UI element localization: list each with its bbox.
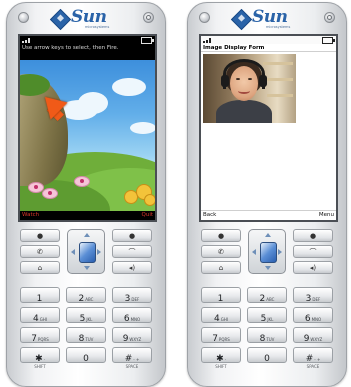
- webcam-photo[interactable]: [203, 54, 296, 123]
- instruction-text: Use arrow keys to select, then Fire.: [22, 45, 119, 51]
- sun-diamond-icon: [49, 8, 72, 31]
- key-9[interactable]: 9WXYZ: [293, 327, 333, 344]
- key-0[interactable]: 0: [247, 347, 287, 364]
- signal-icon: [22, 37, 32, 43]
- cloud: [78, 92, 108, 114]
- softkey-left-label[interactable]: Back: [203, 212, 216, 218]
- end-call-button[interactable]: ⌒: [293, 245, 333, 258]
- cloud: [130, 122, 155, 134]
- shelf: [267, 94, 293, 97]
- softkey-right-label[interactable]: Menu: [319, 212, 334, 218]
- dpad[interactable]: [248, 229, 286, 274]
- softkey-right-label[interactable]: Quit: [142, 212, 154, 218]
- key-6[interactable]: 6MNO: [112, 307, 152, 324]
- key-4[interactable]: 4GHI: [20, 307, 60, 324]
- key-star[interactable]: ✱· SHIFT: [20, 347, 60, 369]
- volume-button[interactable]: ◂): [112, 261, 152, 274]
- key-2[interactable]: 2ABC: [66, 287, 106, 304]
- dpad-left-icon[interactable]: [71, 249, 75, 255]
- signal-icon: [203, 37, 213, 43]
- dpad[interactable]: [67, 229, 105, 274]
- sun-logo: Sun microsystems: [49, 7, 121, 32]
- cloud: [112, 78, 146, 96]
- status-bar: [20, 36, 155, 44]
- power-led-button[interactable]: [18, 12, 29, 23]
- dpad-down-icon[interactable]: [84, 266, 90, 270]
- key-1[interactable]: 1: [201, 287, 241, 304]
- phone-left: Sun microsystems Use arrow keys to selec…: [6, 2, 166, 387]
- status-bar: [201, 36, 336, 44]
- sun-diamond-icon: [230, 8, 253, 31]
- game-scene[interactable]: [20, 60, 155, 214]
- sun-logo: Sun microsystems: [230, 7, 302, 32]
- fire-button[interactable]: [260, 242, 277, 263]
- softkey-left-button[interactable]: ●: [20, 229, 60, 242]
- brand-tagline: microsystems: [85, 25, 110, 29]
- headset-ear: [221, 75, 229, 87]
- key-5[interactable]: 5JKL: [66, 307, 106, 324]
- key-0[interactable]: 0: [66, 347, 106, 364]
- home-button[interactable]: ⌂: [201, 261, 241, 274]
- shelf: [263, 62, 293, 65]
- power-led-button[interactable]: [199, 12, 210, 23]
- brand-wordmark: Sun: [71, 7, 107, 27]
- shelf: [265, 78, 293, 81]
- dpad-right-icon[interactable]: [278, 249, 282, 255]
- flower: [42, 188, 58, 199]
- person-torso: [216, 100, 272, 123]
- flower: [74, 176, 90, 187]
- key-9[interactable]: 9WXYZ: [112, 327, 152, 344]
- key-hash[interactable]: #- + SPACE: [112, 347, 152, 369]
- key-hash[interactable]: #- + SPACE: [293, 347, 333, 369]
- key-7[interactable]: 7PQRS: [201, 327, 241, 344]
- key-3[interactable]: 3DEF: [112, 287, 152, 304]
- softkey-left-button[interactable]: ●: [201, 229, 241, 242]
- softkey-right-button[interactable]: ●: [293, 229, 333, 242]
- dpad-up-icon[interactable]: [265, 233, 271, 237]
- brand-wordmark: Sun: [252, 7, 288, 27]
- key-6[interactable]: 6MNO: [293, 307, 333, 324]
- dpad-down-icon[interactable]: [265, 266, 271, 270]
- form-title: Image Display Form: [201, 44, 336, 52]
- key-2[interactable]: 2ABC: [247, 287, 287, 304]
- dpad-right-icon[interactable]: [97, 249, 101, 255]
- dpad-left-icon[interactable]: [252, 249, 256, 255]
- end-call-button[interactable]: ⌒: [112, 245, 152, 258]
- power-button[interactable]: [143, 12, 154, 23]
- brand-tagline: microsystems: [266, 25, 291, 29]
- key-7[interactable]: 7PQRS: [20, 327, 60, 344]
- key-star[interactable]: ✱· SHIFT: [201, 347, 241, 369]
- key-8[interactable]: 8TUV: [66, 327, 106, 344]
- battery-icon: [322, 37, 335, 44]
- power-button[interactable]: [324, 12, 335, 23]
- softkey-left-label[interactable]: Watch: [22, 212, 39, 218]
- call-button[interactable]: ✆: [20, 245, 60, 258]
- softkey-bar: Watch Quit: [20, 211, 155, 220]
- battery-icon: [141, 37, 154, 44]
- key-8[interactable]: 8TUV: [247, 327, 287, 344]
- phone-right: Sun microsystems Image Display Form Back…: [187, 2, 347, 387]
- navigation-keys: ● ● ✆ ⌒ ⌂ ◂): [198, 229, 336, 276]
- softkey-right-button[interactable]: ●: [112, 229, 152, 242]
- home-button[interactable]: ⌂: [20, 261, 60, 274]
- phone-screen-right: Image Display Form Back Menu: [199, 34, 338, 222]
- key-4[interactable]: 4GHI: [201, 307, 241, 324]
- fire-button[interactable]: [79, 242, 96, 263]
- yellow-flower: [144, 194, 155, 206]
- volume-button[interactable]: ◂): [293, 261, 333, 274]
- key-3[interactable]: 3DEF: [293, 287, 333, 304]
- dpad-up-icon[interactable]: [84, 233, 90, 237]
- navigation-keys: ● ● ✆ ⌒ ⌂ ◂): [17, 229, 155, 276]
- phone-screen-left: Use arrow keys to select, then Fire. Wat…: [18, 34, 157, 222]
- call-button[interactable]: ✆: [201, 245, 241, 258]
- softkey-bar: Back Menu: [201, 210, 336, 220]
- key-5[interactable]: 5JKL: [247, 307, 287, 324]
- key-1[interactable]: 1: [20, 287, 60, 304]
- headset-ear: [259, 75, 267, 87]
